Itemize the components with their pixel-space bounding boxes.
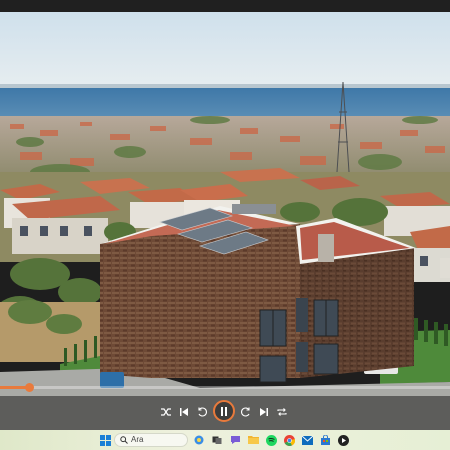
shuffle-icon[interactable] (157, 403, 175, 421)
pause-button[interactable] (213, 400, 235, 422)
copilot-icon[interactable] (192, 433, 206, 447)
task-view-icon[interactable] (210, 433, 224, 447)
aerial-town-scene (0, 12, 450, 430)
search-box[interactable]: Ara (114, 433, 188, 447)
file-explorer-icon[interactable] (246, 433, 260, 447)
repeat-icon[interactable] (273, 403, 291, 421)
store-icon[interactable] (318, 433, 332, 447)
progress-bar[interactable] (0, 383, 450, 392)
spotify-icon[interactable] (264, 433, 278, 447)
search-icon (120, 436, 128, 444)
media-player-icon[interactable] (336, 433, 350, 447)
forward-30-icon[interactable] (237, 403, 255, 421)
rewind-10-icon[interactable] (193, 403, 211, 421)
next-icon[interactable] (255, 403, 273, 421)
windows-start-icon[interactable] (98, 433, 112, 447)
pause-icon (221, 406, 227, 416)
chat-icon[interactable] (228, 433, 242, 447)
mail-icon[interactable] (300, 433, 314, 447)
video-frame[interactable] (0, 12, 450, 430)
previous-icon[interactable] (175, 403, 193, 421)
chrome-icon[interactable] (282, 433, 296, 447)
window-title-bar (0, 0, 450, 12)
taskbar: Ara (0, 430, 450, 450)
media-controls (0, 396, 450, 428)
search-placeholder: Ara (131, 435, 144, 444)
